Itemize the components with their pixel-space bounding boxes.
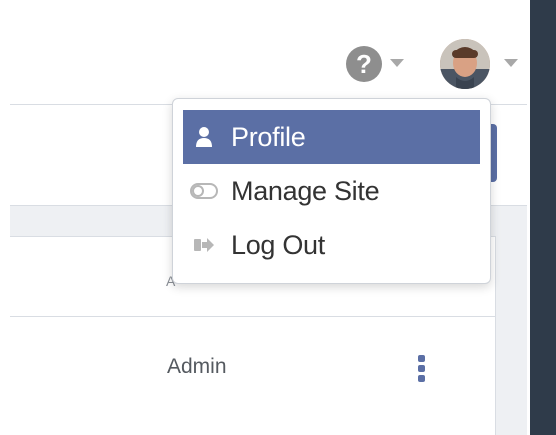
avatar-image — [440, 39, 490, 89]
menu-item-profile[interactable]: Profile — [183, 110, 480, 164]
caret-down-icon[interactable] — [504, 59, 518, 67]
window-edge — [530, 0, 556, 435]
menu-item-log-out[interactable]: Log Out — [183, 218, 480, 272]
user-dropdown-menu: Profile Manage Site Log Out — [172, 98, 491, 284]
menu-item-label: Profile — [231, 121, 306, 152]
sign-out-icon — [189, 236, 219, 254]
caret-down-icon[interactable] — [390, 59, 404, 67]
menu-item-label: Manage Site — [231, 175, 380, 206]
top-header: ? — [10, 10, 527, 105]
toggle-icon — [189, 183, 219, 199]
kebab-menu-icon[interactable] — [418, 355, 426, 382]
user-icon — [189, 126, 219, 148]
user-avatar[interactable] — [440, 39, 490, 89]
menu-item-manage-site[interactable]: Manage Site — [183, 164, 480, 218]
app-canvas: ? A Admin Profile Manage Site Log Out — [0, 0, 556, 435]
menu-item-label: Log Out — [231, 229, 325, 260]
question-circle-icon[interactable]: ? — [346, 46, 382, 82]
role-cell: Admin — [167, 355, 227, 378]
